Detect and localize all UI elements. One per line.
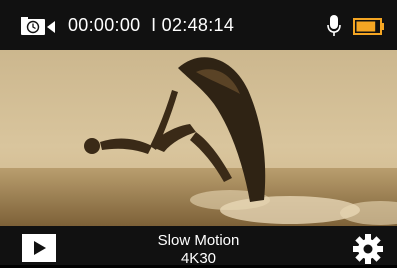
camera-viewfinder — [0, 50, 397, 226]
live-preview-image — [0, 50, 397, 226]
status-bar: 00:00:00 I 02:48:14 — [0, 0, 397, 50]
capture-mode-title[interactable]: Slow Motion — [0, 232, 397, 249]
elapsed-time: 00:00:00 — [68, 15, 141, 35]
microphone-icon — [327, 15, 341, 36]
control-bar: Slow Motion 4K30 — [0, 226, 397, 267]
remaining-time: I 02:48:14 — [151, 15, 235, 35]
battery-icon — [353, 18, 384, 35]
capture-mode-resolution[interactable]: 4K30 — [0, 250, 397, 267]
video-timer-icon — [21, 17, 55, 35]
timecode-display: 00:00:00 I 02:48:14 — [68, 15, 234, 36]
settings-button[interactable] — [352, 233, 384, 265]
gear-icon — [353, 234, 383, 264]
